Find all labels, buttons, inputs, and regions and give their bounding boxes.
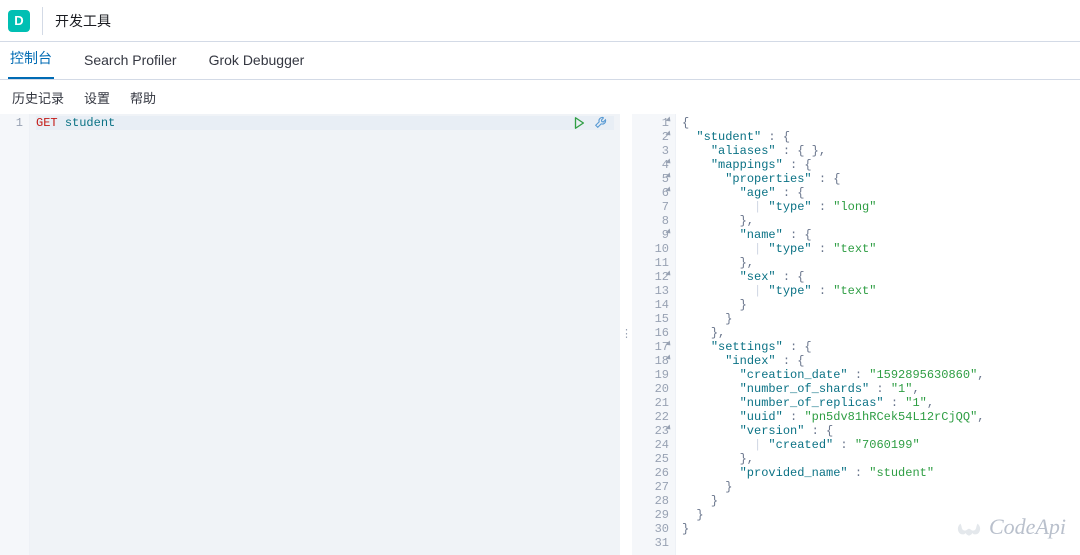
console-subnav: 历史记录 设置 帮助 [0, 80, 1080, 114]
response-line: } [682, 522, 1074, 536]
response-line: "age" : { [682, 186, 1074, 200]
app-header: D 开发工具 [0, 0, 1080, 42]
response-line: "index" : { [682, 354, 1074, 368]
response-line: "version" : { [682, 424, 1074, 438]
response-line: "number_of_replicas" : "1", [682, 396, 1074, 410]
response-line: "sex" : { [682, 270, 1074, 284]
subnav-help[interactable]: 帮助 [130, 88, 156, 107]
response-line: "mappings" : { [682, 158, 1074, 172]
response-line [682, 536, 1074, 550]
response-line: "uuid" : "pn5dv81hRCek54L12rCjQQ", [682, 410, 1074, 424]
request-line[interactable]: GET student [36, 116, 614, 130]
resize-handle[interactable]: ⋮ [620, 114, 632, 555]
request-editor[interactable]: GET student [30, 114, 620, 555]
response-viewer[interactable]: { "student" : { "aliases" : { }, "mappin… [676, 114, 1080, 555]
response-line: } [682, 298, 1074, 312]
response-line: | "type" : "long" [682, 200, 1074, 214]
request-gutter: 1 [0, 114, 30, 555]
response-line: } [682, 312, 1074, 326]
console-panes: 1 GET student ⋮ 123456789101112131415161… [0, 114, 1080, 555]
app-badge: D [8, 10, 30, 32]
request-pane: 1 GET student [0, 114, 620, 555]
response-line: }, [682, 452, 1074, 466]
response-line: } [682, 494, 1074, 508]
response-pane: 1234567891011121314151617181920212223242… [632, 114, 1080, 555]
tab-grok-debugger[interactable]: Grok Debugger [207, 42, 307, 79]
response-line: }, [682, 326, 1074, 340]
response-line: "creation_date" : "1592895630860", [682, 368, 1074, 382]
response-line: } [682, 480, 1074, 494]
response-line: }, [682, 214, 1074, 228]
editor-actions [572, 116, 608, 134]
response-line: "student" : { [682, 130, 1074, 144]
wrench-icon[interactable] [594, 116, 608, 134]
subnav-history[interactable]: 历史记录 [12, 88, 64, 107]
subnav-settings[interactable]: 设置 [84, 88, 110, 107]
response-line: } [682, 508, 1074, 522]
tab-控制台[interactable]: 控制台 [8, 38, 54, 79]
response-line: "name" : { [682, 228, 1074, 242]
breadcrumb[interactable]: 开发工具 [55, 11, 111, 31]
tabs: 控制台Search ProfilerGrok Debugger [0, 42, 1080, 80]
response-line: "number_of_shards" : "1", [682, 382, 1074, 396]
response-line: "properties" : { [682, 172, 1074, 186]
response-line: }, [682, 256, 1074, 270]
response-line: | "created" : "7060199" [682, 438, 1074, 452]
response-gutter: 1234567891011121314151617181920212223242… [632, 114, 676, 555]
divider [42, 7, 43, 35]
response-line: "aliases" : { }, [682, 144, 1074, 158]
response-line: "provided_name" : "student" [682, 466, 1074, 480]
tab-search-profiler[interactable]: Search Profiler [82, 42, 179, 79]
response-line: | "type" : "text" [682, 284, 1074, 298]
run-icon[interactable] [572, 116, 586, 134]
response-line: | "type" : "text" [682, 242, 1074, 256]
response-line: { [682, 116, 1074, 130]
response-line: "settings" : { [682, 340, 1074, 354]
